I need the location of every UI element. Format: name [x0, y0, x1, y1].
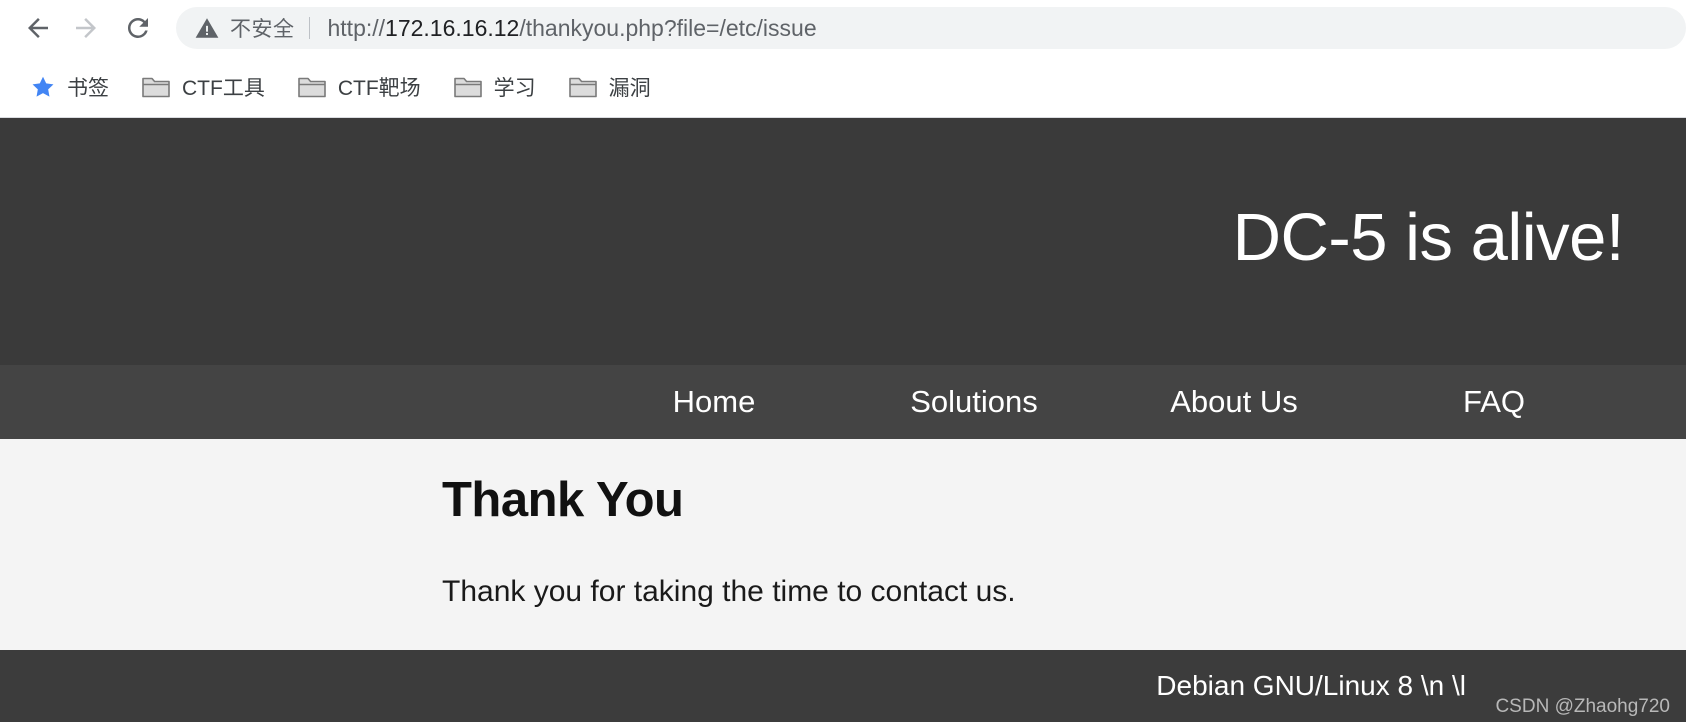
nav-item-about-us[interactable]: About Us	[1104, 384, 1364, 420]
thank-you-message: Thank you for taking the time to contact…	[442, 574, 1016, 608]
browser-chrome: 不安全 http://172.16.16.12/thankyou.php?fil…	[0, 0, 1686, 118]
back-button[interactable]	[14, 4, 62, 52]
url-scheme: http://	[327, 14, 386, 41]
url-host: 172.16.16.12	[385, 14, 520, 41]
nav-item-solutions[interactable]: Solutions	[844, 384, 1104, 420]
bookmark-label: CTF靶场	[337, 76, 421, 100]
security-status-text: 不安全	[230, 18, 295, 41]
bookmark-item-ctf-tools[interactable]: CTF工具	[131, 66, 279, 108]
folder-icon	[568, 77, 597, 97]
forward-arrow-icon	[76, 18, 96, 38]
bookmark-label: 漏洞	[608, 76, 651, 100]
security-status-chip[interactable]: 不安全	[194, 13, 309, 43]
site-banner: DC-5 is alive!	[0, 118, 1686, 365]
nav-link-label[interactable]: FAQ	[1463, 384, 1525, 420]
folder-icon	[142, 77, 170, 97]
site-footer: Debian GNU/Linux 8 \n \l CSDN @Zhaohg720	[0, 650, 1686, 722]
bookmark-label: 书签	[67, 76, 109, 100]
back-arrow-icon	[28, 18, 48, 38]
nav-link-label[interactable]: Home	[673, 384, 756, 420]
bookmark-label: CTF工具	[182, 76, 265, 100]
bookmark-item-vulnerability[interactable]: 漏洞	[558, 66, 665, 108]
page-title: Thank You	[442, 473, 684, 527]
bookmark-item-study[interactable]: 学习	[443, 66, 550, 108]
nav-link-label[interactable]: Solutions	[910, 384, 1038, 420]
address-bar[interactable]: 不安全 http://172.16.16.12/thankyou.php?fil…	[176, 7, 1686, 49]
bookmark-item-shuqian[interactable]: 书签	[20, 66, 123, 108]
watermark: CSDN @Zhaohg720	[1495, 696, 1670, 717]
bookmark-label: 学习	[493, 76, 536, 100]
reload-icon	[127, 17, 148, 38]
page-viewport: DC-5 is alive! Home Solutions About Us F…	[0, 118, 1686, 722]
star-icon	[32, 76, 54, 97]
bookmarks-bar: 书签 CTF工具 CTF靶场 学习 漏洞	[0, 56, 1686, 118]
banner-title: DC-5 is alive!	[1232, 200, 1625, 275]
browser-toolbar: 不安全 http://172.16.16.12/thankyou.php?fil…	[0, 0, 1686, 56]
nav-item-home[interactable]: Home	[584, 384, 844, 420]
footer-banner-text: Debian GNU/Linux 8 \n \l	[1156, 670, 1466, 701]
folder-icon	[453, 77, 482, 97]
warning-triangle-icon	[195, 18, 219, 38]
folder-icon	[298, 77, 326, 97]
reload-button[interactable]	[114, 4, 162, 52]
bookmark-item-ctf-range[interactable]: CTF靶场	[287, 66, 435, 108]
nav-link-label[interactable]: About Us	[1170, 384, 1298, 420]
url-path: /thankyou.php?file=/etc/issue	[519, 14, 817, 41]
forward-button[interactable]	[62, 4, 110, 52]
url-text[interactable]: http://172.16.16.12/thankyou.php?file=/e…	[310, 15, 817, 42]
site-navigation: Home Solutions About Us FAQ	[0, 365, 1686, 439]
nav-item-faq[interactable]: FAQ	[1364, 384, 1624, 420]
main-content: Thank You Thank you for taking the time …	[0, 439, 1686, 650]
